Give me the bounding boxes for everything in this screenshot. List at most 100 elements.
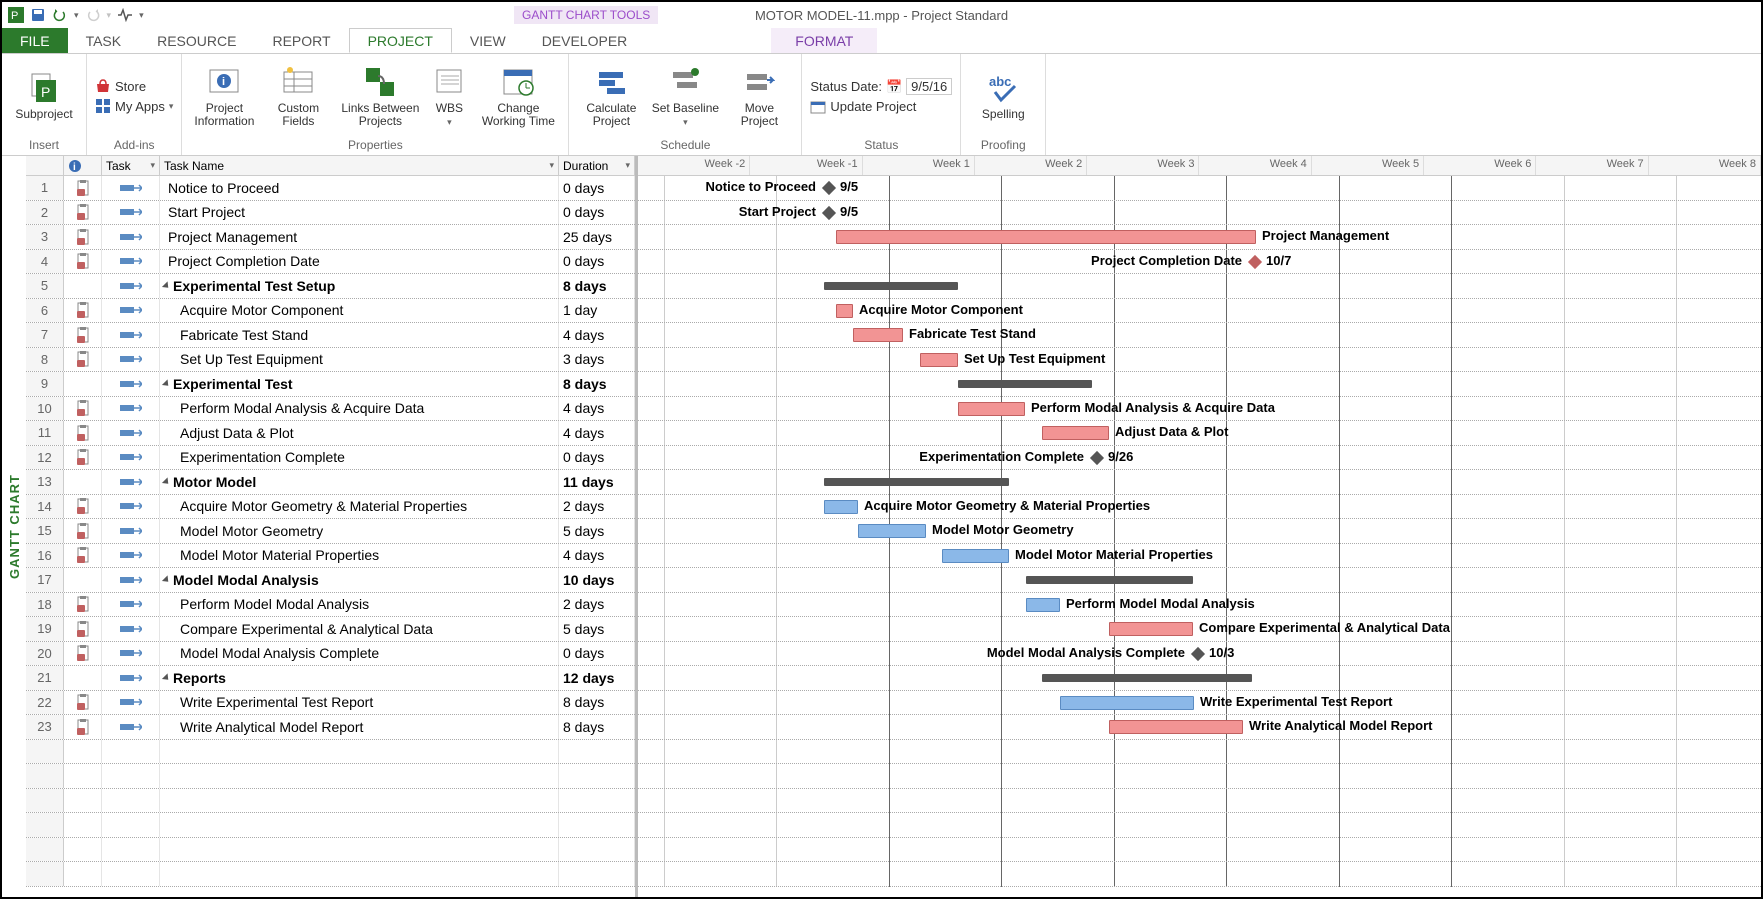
taskname-cell[interactable]: Perform Model Modal Analysis — [160, 593, 559, 617]
row-number[interactable]: 13 — [26, 470, 64, 494]
tab-developer[interactable]: DEVELOPER — [524, 28, 646, 53]
summary-bar[interactable] — [958, 380, 1092, 388]
qat-customize[interactable]: ▾ — [139, 10, 144, 21]
duration-cell[interactable]: 0 days — [559, 176, 635, 200]
duration-cell[interactable]: 5 days — [559, 519, 635, 543]
table-row[interactable]: 8Set Up Test Equipment3 days — [26, 348, 635, 373]
col-taskname[interactable]: Task Name▾ — [160, 156, 559, 175]
gantt-row[interactable] — [638, 666, 1761, 691]
taskname-cell[interactable]: Experimental Test — [160, 372, 559, 396]
gantt-row[interactable]: Perform Model Modal Analysis — [638, 593, 1761, 618]
gantt-row[interactable]: Perform Modal Analysis & Acquire Data — [638, 397, 1761, 422]
row-number[interactable]: 12 — [26, 446, 64, 470]
gantt-chart[interactable]: Week -2Week -1Week 1Week 2Week 3Week 4We… — [638, 156, 1761, 897]
gantt-row[interactable]: Project Management — [638, 225, 1761, 250]
gantt-row[interactable]: Write Experimental Test Report — [638, 691, 1761, 716]
row-number[interactable]: 19 — [26, 617, 64, 641]
table-row[interactable]: 16Model Motor Material Properties4 days — [26, 544, 635, 569]
row-number[interactable]: 14 — [26, 495, 64, 519]
row-number[interactable]: 5 — [26, 274, 64, 298]
gantt-row[interactable]: Compare Experimental & Analytical Data — [638, 617, 1761, 642]
task-bar[interactable] — [824, 500, 858, 514]
row-number[interactable]: 18 — [26, 593, 64, 617]
redo-icon[interactable] — [85, 7, 101, 23]
undo-dropdown[interactable]: ▾ — [74, 10, 79, 21]
taskname-cell[interactable]: Acquire Motor Component — [160, 299, 559, 323]
taskname-cell[interactable]: Adjust Data & Plot — [160, 421, 559, 445]
gantt-row[interactable] — [638, 372, 1761, 397]
duration-cell[interactable]: 2 days — [559, 593, 635, 617]
taskname-cell[interactable]: Set Up Test Equipment — [160, 348, 559, 372]
task-bar[interactable] — [1109, 720, 1243, 734]
duration-cell[interactable]: 4 days — [559, 397, 635, 421]
taskname-cell[interactable]: Compare Experimental & Analytical Data — [160, 617, 559, 641]
gantt-row[interactable] — [638, 568, 1761, 593]
summary-bar[interactable] — [824, 282, 958, 290]
task-bar[interactable] — [858, 524, 926, 538]
table-row[interactable]: 14Acquire Motor Geometry & Material Prop… — [26, 495, 635, 520]
col-duration[interactable]: Duration▾ — [559, 156, 635, 175]
row-number[interactable]: 22 — [26, 691, 64, 715]
update-project-button[interactable]: Update Project — [810, 99, 952, 114]
duration-cell[interactable]: 8 days — [559, 274, 635, 298]
col-rownum[interactable] — [26, 156, 64, 175]
taskname-cell[interactable]: Notice to Proceed — [160, 176, 559, 200]
tab-view[interactable]: VIEW — [452, 28, 524, 53]
gantt-row[interactable]: Fabricate Test Stand — [638, 323, 1761, 348]
task-bar[interactable] — [920, 353, 958, 367]
table-row[interactable]: 19 Compare Experimental & Analytical Data… — [26, 617, 635, 642]
row-number[interactable]: 3 — [26, 225, 64, 249]
row-number[interactable]: 2 — [26, 201, 64, 225]
row-number[interactable]: 10 — [26, 397, 64, 421]
gantt-row[interactable]: Project Completion Date10/7 — [638, 250, 1761, 275]
gantt-row[interactable]: Set Up Test Equipment — [638, 348, 1761, 373]
table-row[interactable]: 20Model Modal Analysis Complete0 days — [26, 642, 635, 667]
col-taskmode[interactable]: Task▾ — [102, 156, 160, 175]
gantt-row[interactable] — [638, 274, 1761, 299]
taskname-cell[interactable]: Project Completion Date — [160, 250, 559, 274]
task-bar[interactable] — [1060, 696, 1194, 710]
taskname-cell[interactable]: Project Management — [160, 225, 559, 249]
gantt-row[interactable]: Model Motor Material Properties — [638, 544, 1761, 569]
table-row[interactable]: 7Fabricate Test Stand4 days — [26, 323, 635, 348]
milestone-diamond[interactable] — [822, 205, 836, 219]
spelling-button[interactable]: abcSpelling — [969, 70, 1037, 121]
duration-cell[interactable]: 5 days — [559, 617, 635, 641]
table-row[interactable]: 1Notice to Proceed0 days — [26, 176, 635, 201]
duration-cell[interactable]: 0 days — [559, 446, 635, 470]
row-number[interactable]: 8 — [26, 348, 64, 372]
table-row[interactable]: 23Write Analytical Model Report8 days — [26, 715, 635, 740]
table-row[interactable]: 4Project Completion Date0 days — [26, 250, 635, 275]
taskname-cell[interactable]: Experimental Test Setup — [160, 274, 559, 298]
duration-cell[interactable]: 8 days — [559, 715, 635, 739]
table-row[interactable]: 10Perform Modal Analysis & Acquire Data4… — [26, 397, 635, 422]
change-time-button[interactable]: Change Working Time — [476, 64, 560, 128]
undo-icon[interactable] — [52, 7, 68, 23]
duration-cell[interactable]: 2 days — [559, 495, 635, 519]
row-number[interactable]: 7 — [26, 323, 64, 347]
duration-cell[interactable]: 4 days — [559, 544, 635, 568]
tab-task[interactable]: TASK — [68, 28, 140, 53]
store-button[interactable]: Store — [95, 78, 173, 94]
table-row[interactable]: 21Reports12 days — [26, 666, 635, 691]
custom-fields-button[interactable]: Custom Fields — [264, 64, 332, 128]
task-bar[interactable] — [836, 230, 1256, 244]
task-bar[interactable] — [836, 304, 853, 318]
summary-bar[interactable] — [1026, 576, 1193, 584]
status-date-value[interactable]: 9/5/16 — [906, 78, 952, 95]
tab-resource[interactable]: RESOURCE — [139, 28, 254, 53]
gantt-row[interactable]: Model Modal Analysis Complete10/3 — [638, 642, 1761, 667]
duration-cell[interactable]: 11 days — [559, 470, 635, 494]
row-number[interactable]: 20 — [26, 642, 64, 666]
gantt-row[interactable]: Model Motor Geometry — [638, 519, 1761, 544]
summary-bar[interactable] — [824, 478, 1009, 486]
duration-cell[interactable]: 12 days — [559, 666, 635, 690]
row-number[interactable]: 17 — [26, 568, 64, 592]
project-info-button[interactable]: iProject Information — [190, 64, 258, 128]
move-project-button[interactable]: Move Project — [725, 64, 793, 128]
table-row[interactable]: 9Experimental Test8 days — [26, 372, 635, 397]
tab-file[interactable]: FILE — [2, 28, 68, 53]
tab-format[interactable]: FORMAT — [771, 28, 877, 53]
milestone-diamond[interactable] — [1191, 646, 1205, 660]
row-number[interactable]: 16 — [26, 544, 64, 568]
